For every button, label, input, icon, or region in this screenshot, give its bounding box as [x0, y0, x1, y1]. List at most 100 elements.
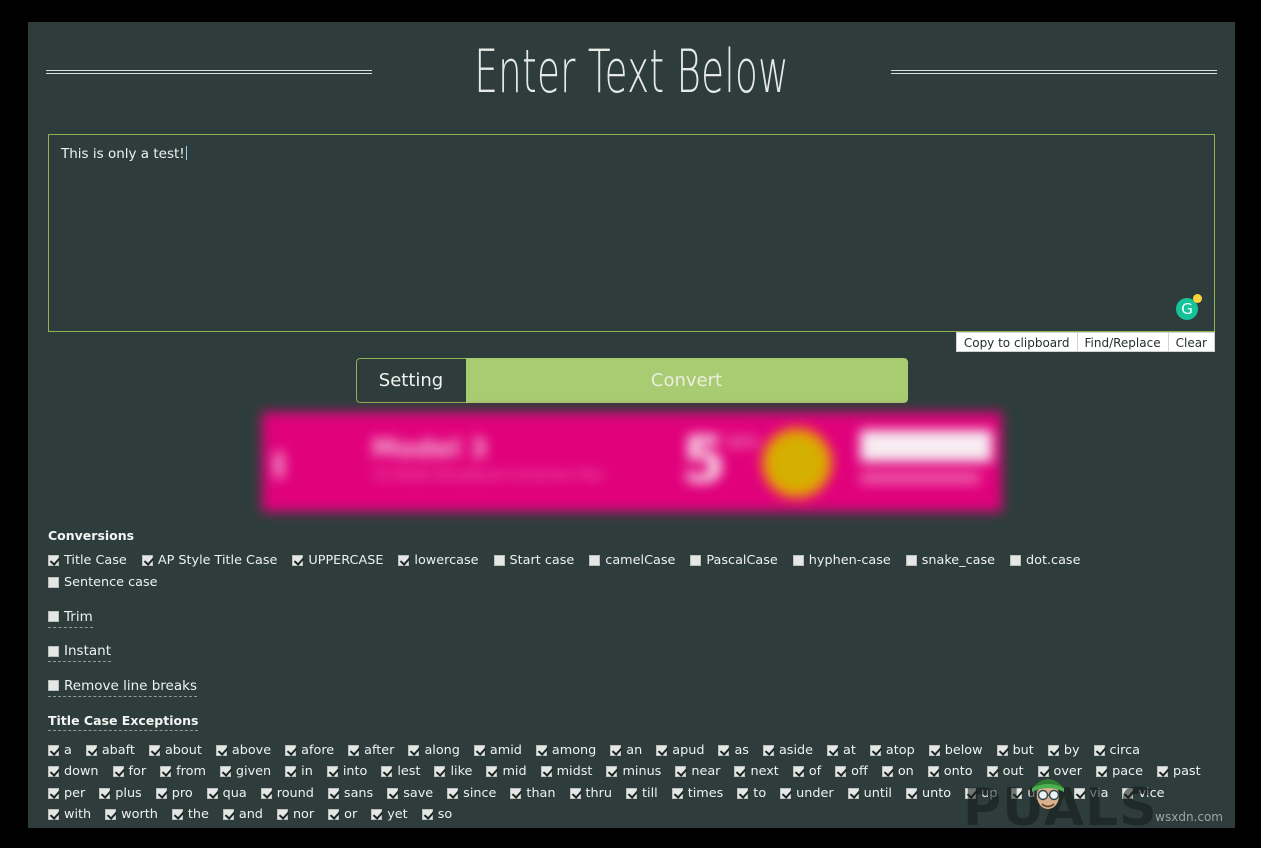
checkbox-icon[interactable] — [48, 555, 59, 567]
checkbox-icon[interactable] — [905, 555, 917, 567]
checkbox-icon[interactable] — [219, 766, 231, 778]
exception-word-sans[interactable]: sans — [327, 783, 373, 805]
checkbox-icon[interactable] — [381, 766, 393, 778]
exception-word-amid[interactable]: amid — [473, 740, 522, 762]
text-input-area[interactable]: This is only a test! G — [48, 134, 1215, 332]
conversion-option-dot-case[interactable]: dot.case — [1010, 550, 1080, 572]
checkbox-icon[interactable] — [387, 787, 399, 799]
exception-word-over[interactable]: over — [1037, 761, 1082, 783]
exception-word-per[interactable]: per — [48, 783, 85, 805]
checkbox-icon[interactable] — [276, 809, 288, 821]
convert-button[interactable]: Convert — [465, 358, 908, 403]
exception-word-the[interactable]: the — [171, 804, 209, 826]
exception-word-as[interactable]: as — [718, 740, 749, 762]
checkbox-icon[interactable] — [1010, 555, 1021, 567]
exception-word-till[interactable]: till — [626, 783, 658, 805]
exception-word-save[interactable]: save — [387, 783, 433, 805]
advertisement-banner[interactable]: Model 3 5G Mobile Broadband Connection P… — [261, 412, 1002, 512]
exception-word-thru[interactable]: thru — [569, 783, 612, 805]
exception-word-for[interactable]: for — [112, 761, 146, 783]
checkbox-icon[interactable] — [292, 555, 304, 567]
checkbox-icon[interactable] — [285, 744, 297, 756]
checkbox-icon[interactable] — [493, 555, 505, 567]
ad-cta-button[interactable] — [859, 430, 992, 462]
exception-word-plus[interactable]: plus — [99, 783, 142, 805]
checkbox-icon[interactable] — [371, 809, 383, 821]
checkbox-icon[interactable] — [398, 555, 410, 567]
exception-word-mid[interactable]: mid — [486, 761, 527, 783]
checkbox-icon[interactable] — [1011, 787, 1023, 799]
checkbox-icon[interactable] — [260, 787, 272, 799]
checkbox-icon[interactable] — [996, 744, 1008, 756]
exception-word-like[interactable]: like — [434, 761, 472, 783]
conversion-option-hyphen-case[interactable]: hyphen-case — [792, 550, 891, 572]
checkbox-icon[interactable] — [326, 766, 338, 778]
checkbox-icon[interactable] — [328, 809, 340, 821]
exception-word-in[interactable]: in — [285, 761, 313, 783]
exception-word-abaft[interactable]: abaft — [85, 740, 135, 762]
option-instant[interactable]: Instant — [48, 643, 111, 662]
exception-word-a[interactable]: a — [48, 740, 72, 762]
checkbox-icon[interactable] — [606, 766, 618, 778]
checkbox-icon[interactable] — [285, 766, 297, 778]
exception-word-times[interactable]: times — [671, 783, 723, 805]
exception-word-at[interactable]: at — [827, 740, 856, 762]
checkbox-icon[interactable] — [906, 787, 917, 799]
checkbox-icon[interactable] — [48, 645, 59, 657]
checkbox-icon[interactable] — [48, 744, 59, 756]
exception-word-along[interactable]: along — [408, 740, 460, 762]
exception-word-vice[interactable]: vice — [1122, 783, 1165, 805]
exception-word-above[interactable]: above — [215, 740, 271, 762]
checkbox-icon[interactable] — [486, 766, 498, 778]
exception-word-afore[interactable]: afore — [285, 740, 334, 762]
exception-word-upon[interactable]: upon — [1011, 783, 1060, 805]
checkbox-icon[interactable] — [155, 787, 167, 799]
exception-word-past[interactable]: past — [1156, 761, 1201, 783]
checkbox-icon[interactable] — [141, 555, 153, 567]
exception-word-an[interactable]: an — [610, 740, 642, 762]
exception-word-worth[interactable]: worth — [105, 804, 158, 826]
exception-word-qua[interactable]: qua — [206, 783, 247, 805]
conversion-option-camelcase[interactable]: camelCase — [589, 550, 675, 572]
conversion-option-sentence-case[interactable]: Sentence case — [48, 572, 158, 594]
exception-word-or[interactable]: or — [328, 804, 357, 826]
checkbox-icon[interactable] — [675, 766, 687, 778]
checkbox-icon[interactable] — [48, 576, 59, 588]
checkbox-icon[interactable] — [1156, 766, 1168, 778]
exception-word-with[interactable]: with — [48, 804, 91, 826]
exception-word-and[interactable]: and — [222, 804, 263, 826]
exception-word-nor[interactable]: nor — [276, 804, 314, 826]
conversion-option-title-case[interactable]: Title Case — [48, 550, 127, 572]
checkbox-icon[interactable] — [171, 809, 183, 821]
checkbox-icon[interactable] — [148, 744, 160, 756]
exception-word-onto[interactable]: onto — [927, 761, 973, 783]
checkbox-icon[interactable] — [780, 787, 792, 799]
exception-word-by[interactable]: by — [1047, 740, 1080, 762]
exception-word-midst[interactable]: midst — [540, 761, 592, 783]
checkbox-icon[interactable] — [847, 787, 859, 799]
checkbox-icon[interactable] — [986, 766, 998, 778]
exception-word-among[interactable]: among — [535, 740, 596, 762]
checkbox-icon[interactable] — [222, 809, 234, 821]
checkbox-icon[interactable] — [1093, 744, 1105, 756]
checkbox-icon[interactable] — [762, 744, 774, 756]
checkbox-icon[interactable] — [1037, 766, 1049, 778]
checkbox-icon[interactable] — [792, 766, 804, 778]
checkbox-icon[interactable] — [1073, 787, 1085, 799]
checkbox-icon[interactable] — [965, 787, 977, 799]
checkbox-icon[interactable] — [671, 787, 683, 799]
grammarly-icon[interactable]: G — [1176, 294, 1202, 320]
checkbox-icon[interactable] — [569, 787, 581, 799]
checkbox-icon[interactable] — [408, 744, 420, 756]
exception-word-aside[interactable]: aside — [762, 740, 813, 762]
copy-to-clipboard-button[interactable]: Copy to clipboard — [957, 333, 1078, 351]
checkbox-icon[interactable] — [48, 766, 59, 778]
checkbox-icon[interactable] — [434, 766, 446, 778]
exception-word-about[interactable]: about — [148, 740, 202, 762]
exception-word-than[interactable]: than — [510, 783, 556, 805]
option-trim[interactable]: Trim — [48, 609, 93, 628]
conversion-option-start-case[interactable]: Start case — [493, 550, 574, 572]
checkbox-icon[interactable] — [540, 766, 552, 778]
checkbox-icon[interactable] — [327, 787, 339, 799]
checkbox-icon[interactable] — [690, 555, 702, 567]
